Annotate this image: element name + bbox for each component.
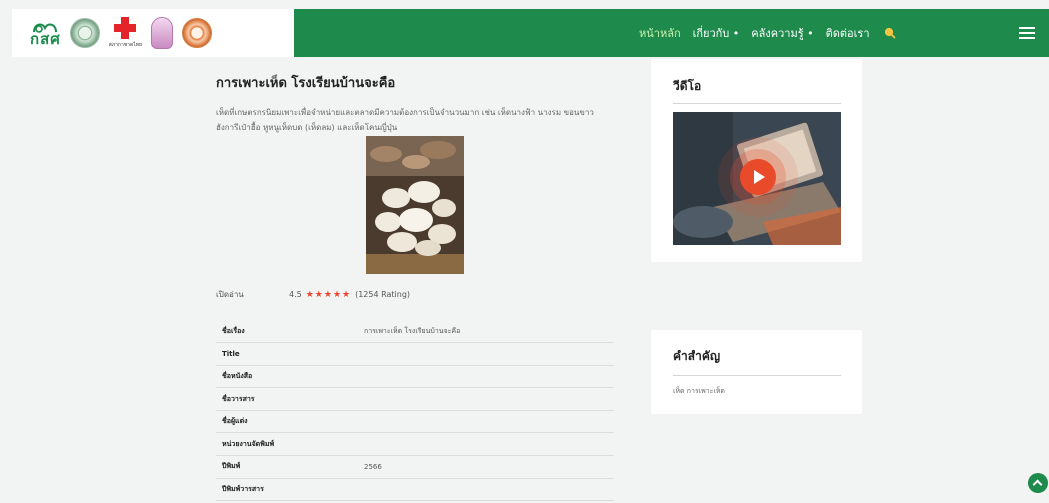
meta-value [364, 342, 614, 366]
table-row: หน่วยงานจัดพิมพ์ [216, 432, 614, 457]
article-content: การเพาะเห็ด โรงเรียนบ้านจะคือ เห็ดที่เกษ… [216, 72, 616, 502]
government-seal-logo [69, 18, 100, 48]
read-label[interactable]: เปิดอ่าน [216, 288, 289, 301]
article-title: การเพาะเห็ด โรงเรียนบ้านจะคือ [216, 76, 396, 91]
ministry-seal-logo [181, 18, 212, 48]
nav-knowledge[interactable]: คลังความรู้ • [751, 24, 813, 42]
meta-key: ชื่อหนังสือ [216, 365, 364, 389]
nav-home[interactable]: หน้าหลัก [639, 24, 681, 42]
meta-key: ชื่อเรื่อง [216, 320, 364, 344]
main-nav: หน้าหลัก เกี่ยวกับ • คลังความรู้ • ติดต่… [294, 9, 1049, 57]
site-header: กสศ สภากาชาดไทย หน้าหลัก เกี่ยวกับ • คลั… [12, 9, 1049, 57]
meta-key: หน่วยงานจัดพิมพ์ [216, 432, 364, 457]
red-cross-icon [114, 17, 137, 39]
keyword-list[interactable]: เห็ด การเพาะเห็ด [673, 386, 725, 397]
table-row: ปีพิมพ์ 2566 [216, 455, 614, 479]
video-title: วีดีโอ [673, 79, 702, 93]
play-icon[interactable] [740, 159, 776, 195]
nav-about[interactable]: เกี่ยวกับ • [693, 24, 740, 42]
logo-bar: กสศ สภากาชาดไทย [12, 9, 294, 57]
meta-key: Title [216, 342, 364, 366]
royal-emblem-logo [150, 17, 173, 49]
search-icon[interactable] [884, 27, 896, 39]
article-description: เห็ดที่เกษตรกรนิยมเพาะเพื่อจำหน่ายและตลา… [216, 108, 594, 132]
gasf-logo[interactable]: กสศ [30, 20, 61, 47]
mushroom-cover-image[interactable] [366, 136, 464, 274]
rating-count: (1254 Rating) [355, 290, 411, 299]
meta-value: 2566 [364, 455, 614, 479]
divider [673, 103, 841, 104]
video-card: วีดีโอ [651, 59, 862, 262]
table-row: ปีพิมพ์วารสาร [216, 478, 614, 502]
table-row: ชื่อวารสาร [216, 387, 614, 411]
metadata-table: ชื่อเรื่อง การเพาะเห็ด โรงเรียนบ้านจะคือ… [216, 320, 614, 502]
meta-key: ชื่อผู้แต่ง [216, 410, 364, 434]
meta-value [364, 387, 614, 411]
meta-key: ชื่อวารสาร [216, 387, 364, 411]
table-row: ชื่อผู้แต่ง [216, 410, 614, 434]
rating-row: เปิดอ่าน 4.5 ★★★★★ (1254 Rating) [216, 288, 410, 301]
meta-key: ปีพิมพ์ [216, 455, 364, 479]
table-row: Title [216, 342, 614, 366]
meta-value [364, 432, 614, 457]
meta-value [364, 365, 614, 389]
nav-contact[interactable]: ติดต่อเรา [826, 24, 870, 42]
video-thumbnail[interactable] [673, 112, 841, 245]
keywords-card: คำสำคัญ เห็ด การเพาะเห็ด [651, 330, 862, 414]
table-row: ชื่อเรื่อง การเพาะเห็ด โรงเรียนบ้านจะคือ [216, 320, 614, 344]
gasf-logo-text: กสศ [30, 29, 61, 48]
meta-value: การเพาะเห็ด โรงเรียนบ้านจะคือ [364, 320, 614, 344]
table-row: ชื่อหนังสือ [216, 365, 614, 389]
meta-value [364, 410, 614, 434]
red-cross-caption: สภากาชาดไทย [108, 42, 142, 48]
meta-value [364, 478, 614, 502]
rating-stars: ★★★★★ [305, 289, 352, 300]
rating-value: 4.5 [289, 290, 302, 299]
meta-key: ปีพิมพ์วารสาร [216, 478, 364, 502]
keywords-title: คำสำคัญ [673, 349, 721, 363]
chevron-up-icon[interactable] [1028, 473, 1048, 493]
hamburger-icon[interactable] [1019, 27, 1035, 39]
divider [673, 375, 841, 376]
red-cross-logo: สภากาชาดไทย [109, 17, 142, 49]
